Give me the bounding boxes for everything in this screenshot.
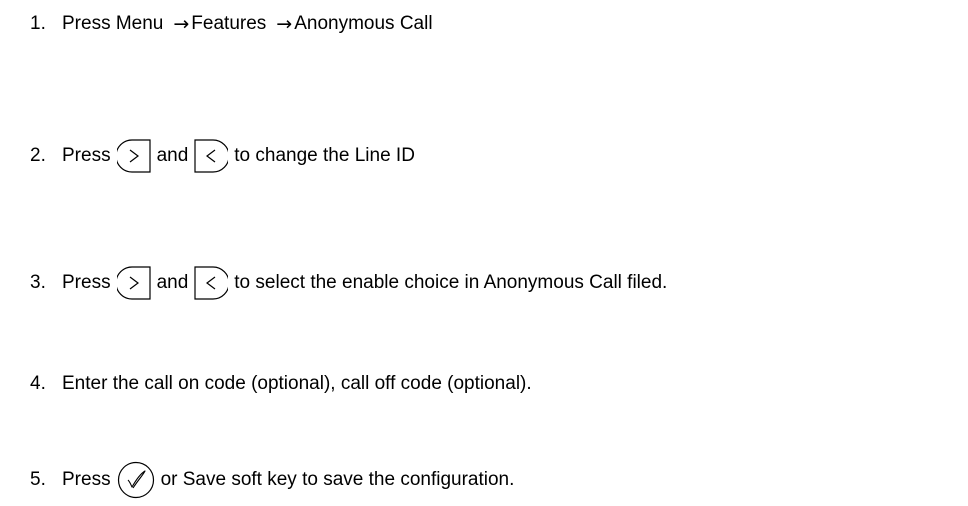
right-arrow-key-icon bbox=[116, 139, 151, 173]
step-text-press: Press bbox=[62, 272, 111, 293]
left-arrow-key-icon bbox=[194, 139, 229, 173]
step-text-press: Press bbox=[62, 145, 111, 166]
step-4: 4. Enter the call on code (optional), ca… bbox=[30, 372, 532, 396]
right-arrow-glyph: → bbox=[276, 13, 293, 35]
left-arrow-key-icon bbox=[194, 266, 229, 300]
ok-key-icon bbox=[117, 461, 155, 499]
right-arrow-key-icon bbox=[116, 266, 151, 300]
step-text-press-menu: Press Menu bbox=[62, 13, 164, 34]
step-text-rest: to change the Line ID bbox=[234, 145, 415, 166]
step-3: 3. Press and to select the enable choice… bbox=[30, 266, 667, 300]
step-number: 4. bbox=[30, 373, 46, 394]
step-number: 2. bbox=[30, 145, 46, 166]
right-arrow-glyph: → bbox=[173, 13, 190, 35]
step-text-rest: or Save soft key to save the configurati… bbox=[160, 469, 515, 490]
step-2: 2. Press and to change the Line ID bbox=[30, 139, 415, 173]
step-number: 1. bbox=[30, 13, 46, 34]
step-text-and: and bbox=[156, 272, 189, 293]
step-text-features: Features bbox=[191, 13, 267, 34]
step-number: 5. bbox=[30, 469, 46, 490]
step-1: 1. Press Menu → Features → Anonymous Cal… bbox=[30, 12, 433, 36]
step-number: 3. bbox=[30, 272, 46, 293]
step-text-anonymous-call: Anonymous Call bbox=[294, 13, 433, 34]
step-text-rest: to select the enable choice in Anonymous… bbox=[234, 272, 668, 293]
step-text: Enter the call on code (optional), call … bbox=[62, 373, 532, 394]
step-5: 5. Press or Save soft key to save the co… bbox=[30, 461, 514, 499]
step-text-press: Press bbox=[62, 469, 111, 490]
step-text-and: and bbox=[156, 145, 189, 166]
